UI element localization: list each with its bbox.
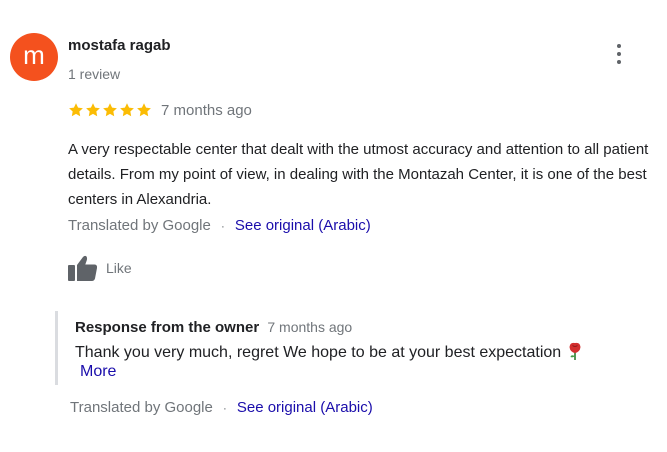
avatar-letter: m — [23, 40, 45, 70]
more-link[interactable]: More — [80, 363, 116, 381]
more-options-button[interactable] — [607, 40, 631, 68]
like-button[interactable]: Like — [68, 255, 132, 281]
owner-translation-row: Translated by Google · See original (Ara… — [70, 399, 373, 416]
like-label: Like — [106, 260, 132, 276]
star-icon — [86, 103, 100, 117]
star-icon — [137, 103, 151, 117]
owner-response-text: Thank you very much, regret We hope to b… — [75, 344, 562, 361]
author-name[interactable]: mostafa ragab — [68, 37, 171, 54]
star-icon — [103, 103, 117, 117]
owner-response-header: Response from the owner 7 months ago — [75, 319, 352, 336]
thumbs-up-icon — [68, 255, 98, 281]
rose-icon — [569, 342, 581, 360]
star-icon — [120, 103, 134, 117]
translated-by-label: Translated by Google — [70, 399, 213, 416]
rating-row: 7 months ago — [68, 99, 252, 121]
star-rating — [68, 102, 152, 118]
separator-dot: · — [220, 218, 225, 233]
see-original-link[interactable]: See original (Arabic) — [235, 217, 371, 234]
owner-response-text-row: Thank you very much, regret We hope to b… — [75, 342, 582, 364]
owner-response-title: Response from the owner — [75, 319, 260, 336]
separator-dot: · — [222, 400, 227, 415]
star-icon — [69, 103, 83, 117]
review-text: A very respectable center that dealt wit… — [68, 141, 649, 208]
see-original-link[interactable]: See original (Arabic) — [237, 399, 373, 416]
review-card: m mostafa ragab 1 review 7 months ago A … — [0, 0, 667, 452]
avatar[interactable]: m — [10, 33, 58, 81]
owner-response-time: 7 months ago — [267, 319, 353, 335]
review-count: 1 review — [68, 66, 121, 82]
translated-by-label: Translated by Google — [68, 217, 211, 234]
review-time: 7 months ago — [161, 101, 252, 119]
translation-row: Translated by Google · See original (Ara… — [68, 217, 371, 234]
owner-response: Response from the owner 7 months ago Tha… — [55, 311, 648, 385]
